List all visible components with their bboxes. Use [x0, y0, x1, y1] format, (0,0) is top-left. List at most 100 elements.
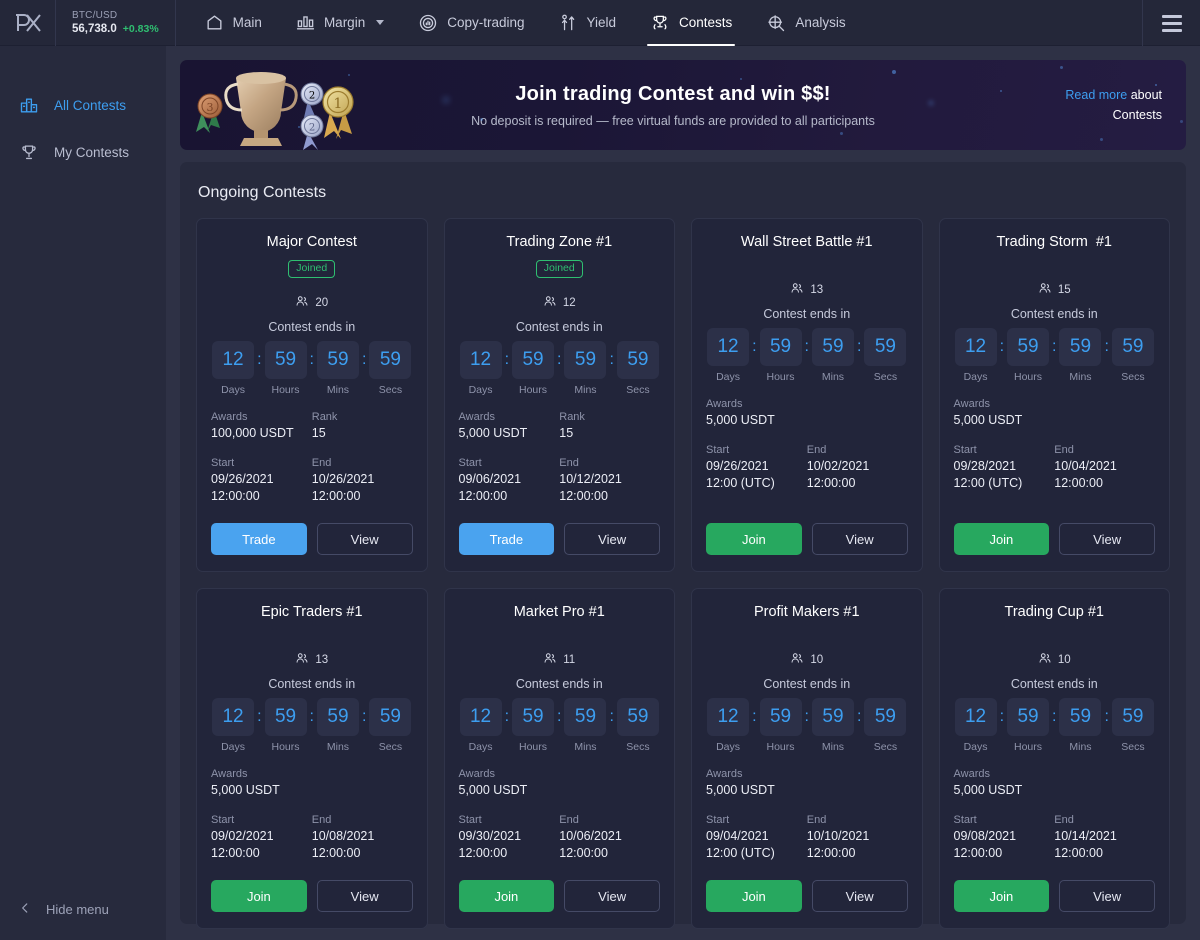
timer-label-hours: Hours [767, 741, 795, 753]
nav-item-copy-trading[interactable]: Copy-trading [401, 0, 541, 46]
view-button[interactable]: View [317, 880, 413, 912]
start-label: Start [459, 456, 560, 471]
contest-title: Wall Street Battle #1 [706, 233, 908, 252]
join-button[interactable]: Join [211, 880, 307, 912]
nav-item-main[interactable]: Main [188, 0, 279, 46]
start-label: Start [706, 813, 807, 828]
contest-ends-in-label: Contest ends in [706, 307, 908, 321]
chevron-down-icon[interactable] [376, 20, 384, 25]
trade-button[interactable]: Trade [459, 523, 555, 555]
nav-item-analysis[interactable]: Analysis [749, 0, 862, 46]
timer-separator: : [254, 341, 264, 379]
joined-badge-wrap: Joined [211, 258, 413, 278]
timer-separator: : [359, 698, 369, 736]
view-button[interactable]: View [564, 523, 660, 555]
end-time: 12:00:00 [312, 845, 413, 862]
card-actions: Join View [706, 523, 908, 555]
hamburger-menu-icon[interactable] [1142, 0, 1200, 46]
timer-separator: : [997, 328, 1007, 366]
join-button[interactable]: Join [954, 880, 1050, 912]
contest-card-grid: Major ContestJoined 20 Contest ends in 1… [196, 218, 1170, 929]
end-date: 10/12/2021 [559, 471, 660, 488]
start-time: 12:00 (UTC) [706, 475, 807, 492]
card-actions: Trade View [211, 523, 413, 555]
end-block: End 10/26/2021 12:00:00 [312, 456, 413, 505]
view-button[interactable]: View [812, 880, 908, 912]
start-block: Start 09/28/2021 12:00 (UTC) [954, 443, 1055, 492]
view-button[interactable]: View [812, 523, 908, 555]
timer-separator: : [554, 341, 564, 379]
participants-count: 20 [315, 297, 328, 309]
ticker-btc-usd[interactable]: BTC/USD 56,738.0 +0.83% [56, 0, 176, 46]
participants: 12 [459, 294, 661, 311]
home-icon [205, 13, 224, 32]
sidebar-item-label: My Contests [54, 145, 129, 160]
app-logo[interactable] [0, 0, 56, 46]
nav-item-margin[interactable]: Margin [279, 0, 401, 46]
nav-item-contests[interactable]: Contests [633, 0, 749, 46]
participants-icon [543, 651, 557, 668]
trophy-medals-illustration: 3 2 2 [180, 60, 380, 150]
join-button[interactable]: Join [706, 523, 802, 555]
awards-block: Awards 5,000 USDT [954, 397, 1055, 429]
nav-item-yield[interactable]: Yield [542, 0, 634, 46]
timer-value-days: 12 [707, 698, 749, 736]
end-date: 10/06/2021 [559, 828, 660, 845]
start-end-row: Start 09/28/2021 12:00 (UTC) End 10/04/2… [954, 443, 1156, 492]
awards-rank-row: Awards 5,000 USDT [211, 767, 413, 799]
awards-label: Awards [706, 397, 807, 412]
sidebar-item-my-contests[interactable]: My Contests [0, 129, 166, 175]
card-actions: Trade View [459, 523, 661, 555]
timer-separator: : [502, 341, 512, 379]
rank-label: Rank [312, 410, 413, 425]
end-date: 10/08/2021 [312, 828, 413, 845]
view-button[interactable]: View [1059, 880, 1155, 912]
join-button[interactable]: Join [459, 880, 555, 912]
timer-value-hours: 59 [1007, 328, 1049, 366]
view-button[interactable]: View [317, 523, 413, 555]
view-button[interactable]: View [1059, 523, 1155, 555]
contest-ends-in-label: Contest ends in [211, 677, 413, 691]
timer-cell-mins: 59 Mins [564, 341, 606, 396]
timer-separator: : [1049, 698, 1059, 736]
view-button[interactable]: View [564, 880, 660, 912]
awards-rank-row: Awards 5,000 USDT [706, 397, 908, 429]
rank-block-empty [312, 767, 413, 799]
start-end-row: Start 09/04/2021 12:00 (UTC) End 10/10/2… [706, 813, 908, 862]
participants-count: 10 [1058, 654, 1071, 666]
awards-label: Awards [211, 410, 312, 425]
start-block: Start 09/06/2021 12:00:00 [459, 456, 560, 505]
participants-count: 13 [315, 654, 328, 666]
svg-text:2: 2 [309, 123, 315, 134]
contest-title: Epic Traders #1 [211, 603, 413, 622]
start-date: 09/04/2021 [706, 828, 807, 845]
trade-button[interactable]: Trade [211, 523, 307, 555]
start-time: 12:00:00 [211, 845, 312, 862]
timer-cell-secs: 59 Secs [1112, 698, 1154, 753]
join-button[interactable]: Join [954, 523, 1050, 555]
contest-ends-in-label: Contest ends in [459, 677, 661, 691]
end-label: End [1054, 813, 1155, 828]
participants: 13 [706, 281, 908, 298]
end-date: 10/10/2021 [807, 828, 908, 845]
awards-label: Awards [211, 767, 312, 782]
chevron-left-icon [18, 901, 32, 918]
hide-menu-button[interactable]: Hide menu [0, 878, 166, 940]
end-time: 12:00:00 [559, 488, 660, 505]
timer-cell-days: 12 Days [212, 341, 254, 396]
start-date: 09/02/2021 [211, 828, 312, 845]
participants-count: 12 [563, 297, 576, 309]
sidebar-item-all-contests[interactable]: All Contests [0, 82, 166, 128]
timer-cell-hours: 59 Hours [1007, 328, 1049, 383]
read-more-link[interactable]: Read more [1065, 88, 1127, 102]
timer-separator: : [606, 341, 616, 379]
join-button[interactable]: Join [706, 880, 802, 912]
timer-separator: : [802, 328, 812, 366]
participants-count: 10 [810, 654, 823, 666]
contest-title: Trading Zone #1 [459, 233, 661, 252]
timer-label-secs: Secs [379, 741, 402, 753]
timer-label-days: Days [964, 741, 988, 753]
banner-subtitle: No deposit is required — free virtual fu… [380, 114, 966, 128]
participants: 11 [459, 651, 661, 668]
banner-read-more: Read more about Contests [976, 85, 1186, 125]
